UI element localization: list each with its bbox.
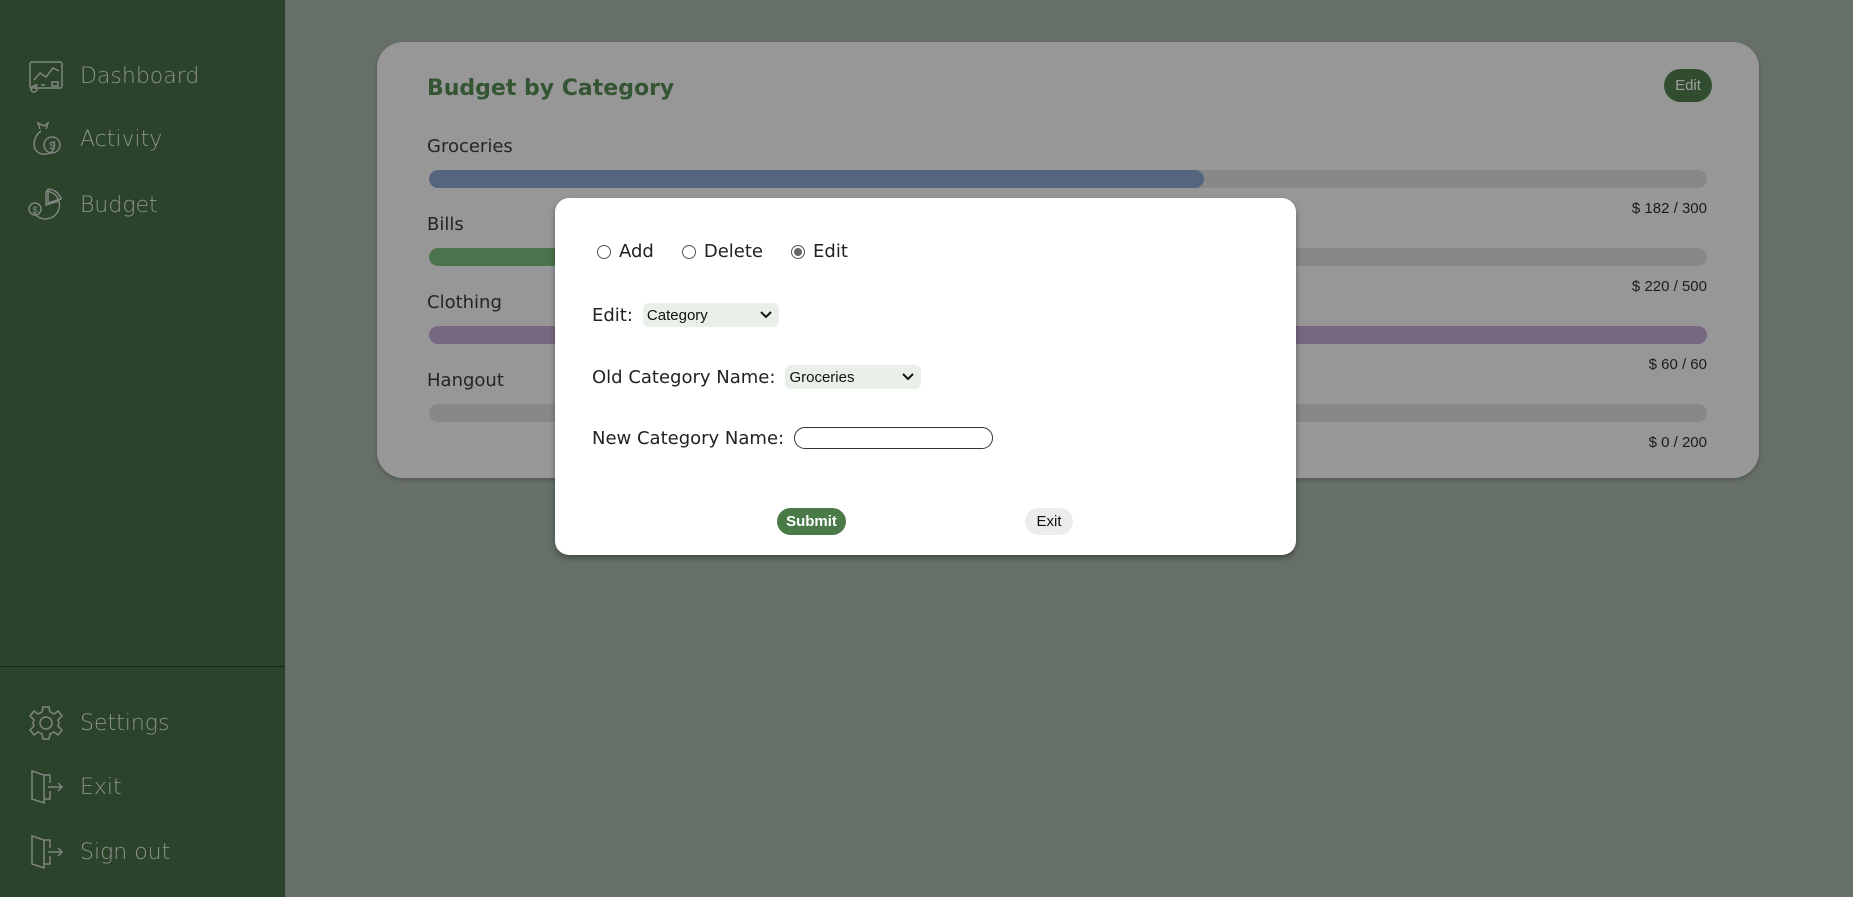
new-category-input[interactable] <box>794 427 994 449</box>
chevron-down-icon <box>902 373 915 381</box>
radio-add[interactable]: Add <box>597 241 654 262</box>
radio-button[interactable] <box>597 244 611 259</box>
radio-label: Add <box>619 241 654 262</box>
radio-delete[interactable]: Delete <box>681 241 764 262</box>
chevron-down-icon <box>760 311 772 319</box>
radio-button[interactable] <box>791 244 806 259</box>
radio-label: Delete <box>703 241 764 262</box>
edit-category-modal: Add Delete Edit Edit: Category Old Categ… <box>555 198 1296 555</box>
old-category-select[interactable]: Groceries <box>785 365 922 389</box>
edit-type-label: Edit: <box>592 304 633 326</box>
old-category-row: Old Category Name: Groceries <box>592 365 922 389</box>
submit-button[interactable]: Submit <box>777 508 846 535</box>
radio-button[interactable] <box>681 244 696 259</box>
exit-button[interactable]: Exit <box>1025 508 1073 535</box>
radio-edit[interactable]: Edit <box>791 241 848 262</box>
mode-radio-group: Add Delete Edit <box>597 241 876 262</box>
edit-type-row: Edit: Category <box>592 303 779 327</box>
edit-type-select[interactable]: Category <box>642 303 779 327</box>
select-value: Groceries <box>789 368 855 386</box>
select-value: Category <box>646 306 708 324</box>
new-category-label: New Category Name: <box>592 427 785 449</box>
radio-label: Edit <box>813 241 848 262</box>
old-category-label: Old Category Name: <box>592 366 776 388</box>
new-category-row: New Category Name: <box>592 427 994 449</box>
